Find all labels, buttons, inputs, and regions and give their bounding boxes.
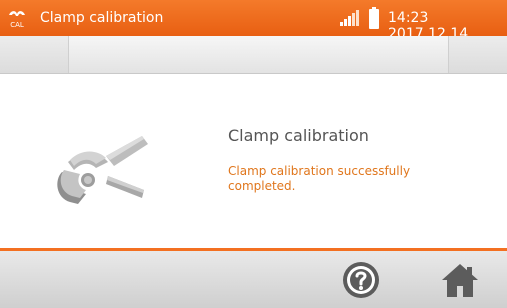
home-button[interactable] — [440, 260, 480, 300]
bottom-toolbar — [0, 251, 507, 308]
help-button[interactable] — [341, 260, 381, 300]
status-message: Clamp calibration successfully completed… — [228, 164, 411, 193]
toolbar-right-cell — [448, 36, 507, 73]
status-bar: CAL Clamp calibration 14:23 2017.12.14 — [0, 0, 507, 42]
toolbar — [0, 36, 507, 74]
battery-icon — [369, 7, 379, 29]
home-icon — [442, 264, 478, 297]
window-title: Clamp calibration — [40, 10, 164, 26]
cal-logo-icon: CAL — [9, 11, 25, 29]
signal-icon — [340, 10, 359, 26]
cal-logo-text: CAL — [10, 21, 24, 29]
toolbar-left-cell — [0, 36, 69, 73]
page-title: Clamp calibration — [228, 126, 369, 145]
clamp-icon — [57, 136, 148, 204]
help-icon — [343, 262, 379, 298]
main-content: Clamp calibration Clamp calibration succ… — [0, 74, 507, 248]
